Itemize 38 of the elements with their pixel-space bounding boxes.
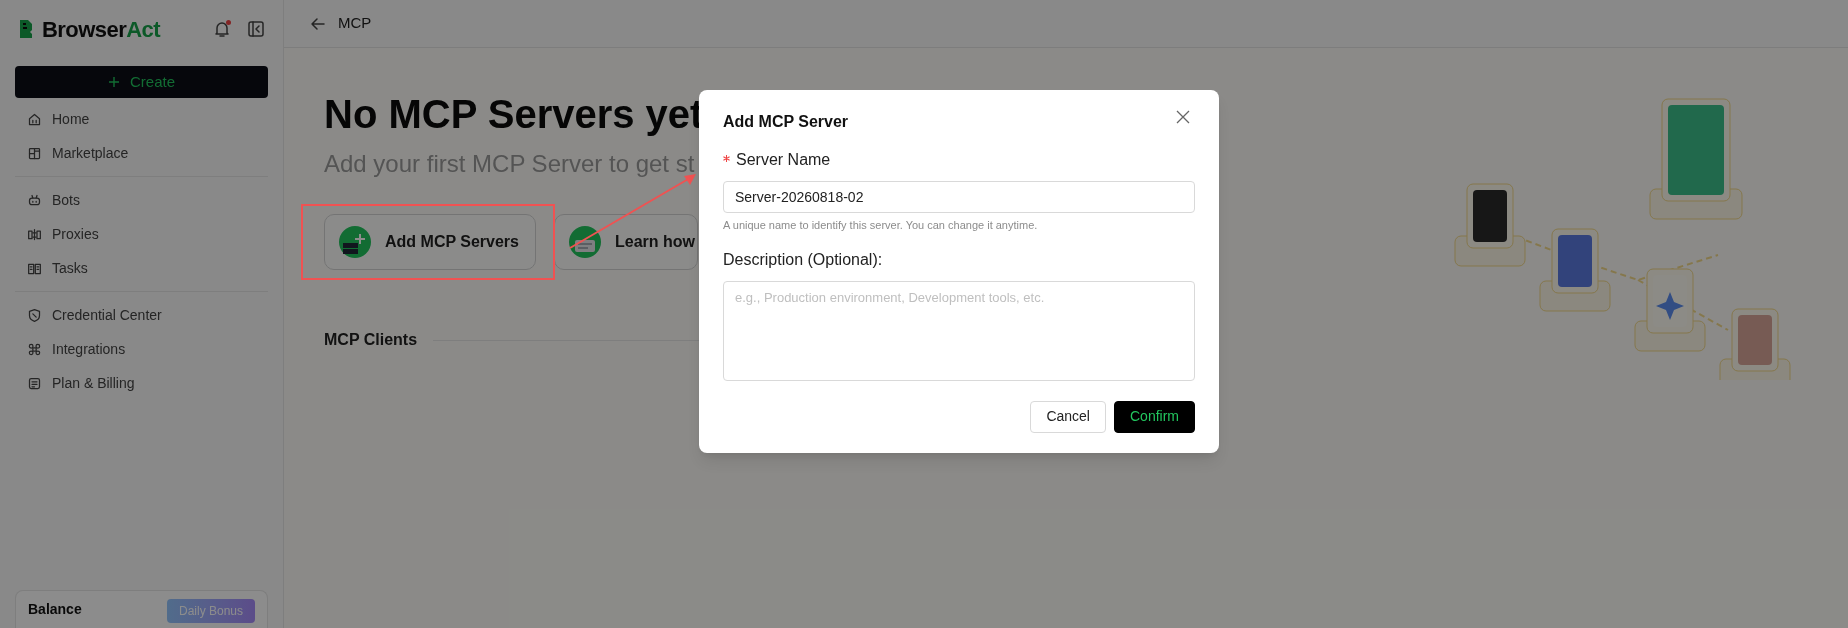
bell-icon [213, 20, 231, 38]
sidebar-item[interactable]: Bots [0, 183, 283, 217]
sidebar-collapse-icon[interactable] [247, 20, 265, 38]
server-name-field[interactable]: Server-20260818-02 [723, 181, 1195, 213]
sidebar-item[interactable]: Proxies [0, 217, 283, 251]
sidebar-item[interactable]: Plan & Billing [0, 366, 283, 400]
columns-icon [27, 226, 42, 242]
shield-icon [27, 307, 42, 323]
brand-logo: BrowserAct [42, 15, 160, 44]
document-icon [569, 226, 601, 258]
balance-label: Balance [28, 600, 82, 619]
field-label: Description (Optional): [723, 249, 883, 270]
logo-icon [18, 19, 34, 39]
sidebar-item[interactable]: Credential Center [0, 298, 283, 332]
close-icon[interactable] [1176, 110, 1190, 124]
notification-button[interactable] [213, 20, 231, 38]
list-icon [27, 375, 42, 391]
field-label: Server Name [723, 148, 831, 172]
home-icon [27, 111, 42, 127]
command-icon [27, 341, 42, 357]
dialog-title: Add MCP Server [723, 112, 849, 132]
description-field[interactable]: e.g., Production environment, Development tools, etc. [723, 280, 1195, 381]
robot-icon [27, 192, 42, 208]
plus-icon [108, 76, 120, 88]
confirm-button[interactable]: Confirm [1114, 400, 1195, 433]
create-button[interactable]: Create [15, 66, 268, 98]
section-title: MCP Clients [324, 330, 418, 350]
grid-icon [27, 145, 42, 161]
hero-title: No MCP Servers yet [324, 91, 704, 138]
cancel-button[interactable]: Cancel [1030, 400, 1106, 433]
back-arrow-icon[interactable] [310, 15, 326, 32]
sidebar-item[interactable]: Marketplace [0, 136, 283, 170]
field-hint: A unique name to identify this server. You can change it anytime. [723, 218, 1039, 233]
server-add-icon [339, 226, 371, 258]
sidebar-item[interactable]: Tasks [0, 251, 283, 285]
sidebar-item[interactable]: Home [0, 102, 283, 136]
page-title: MCP [338, 13, 372, 34]
sidebar-item[interactable]: Integrations [0, 332, 283, 366]
